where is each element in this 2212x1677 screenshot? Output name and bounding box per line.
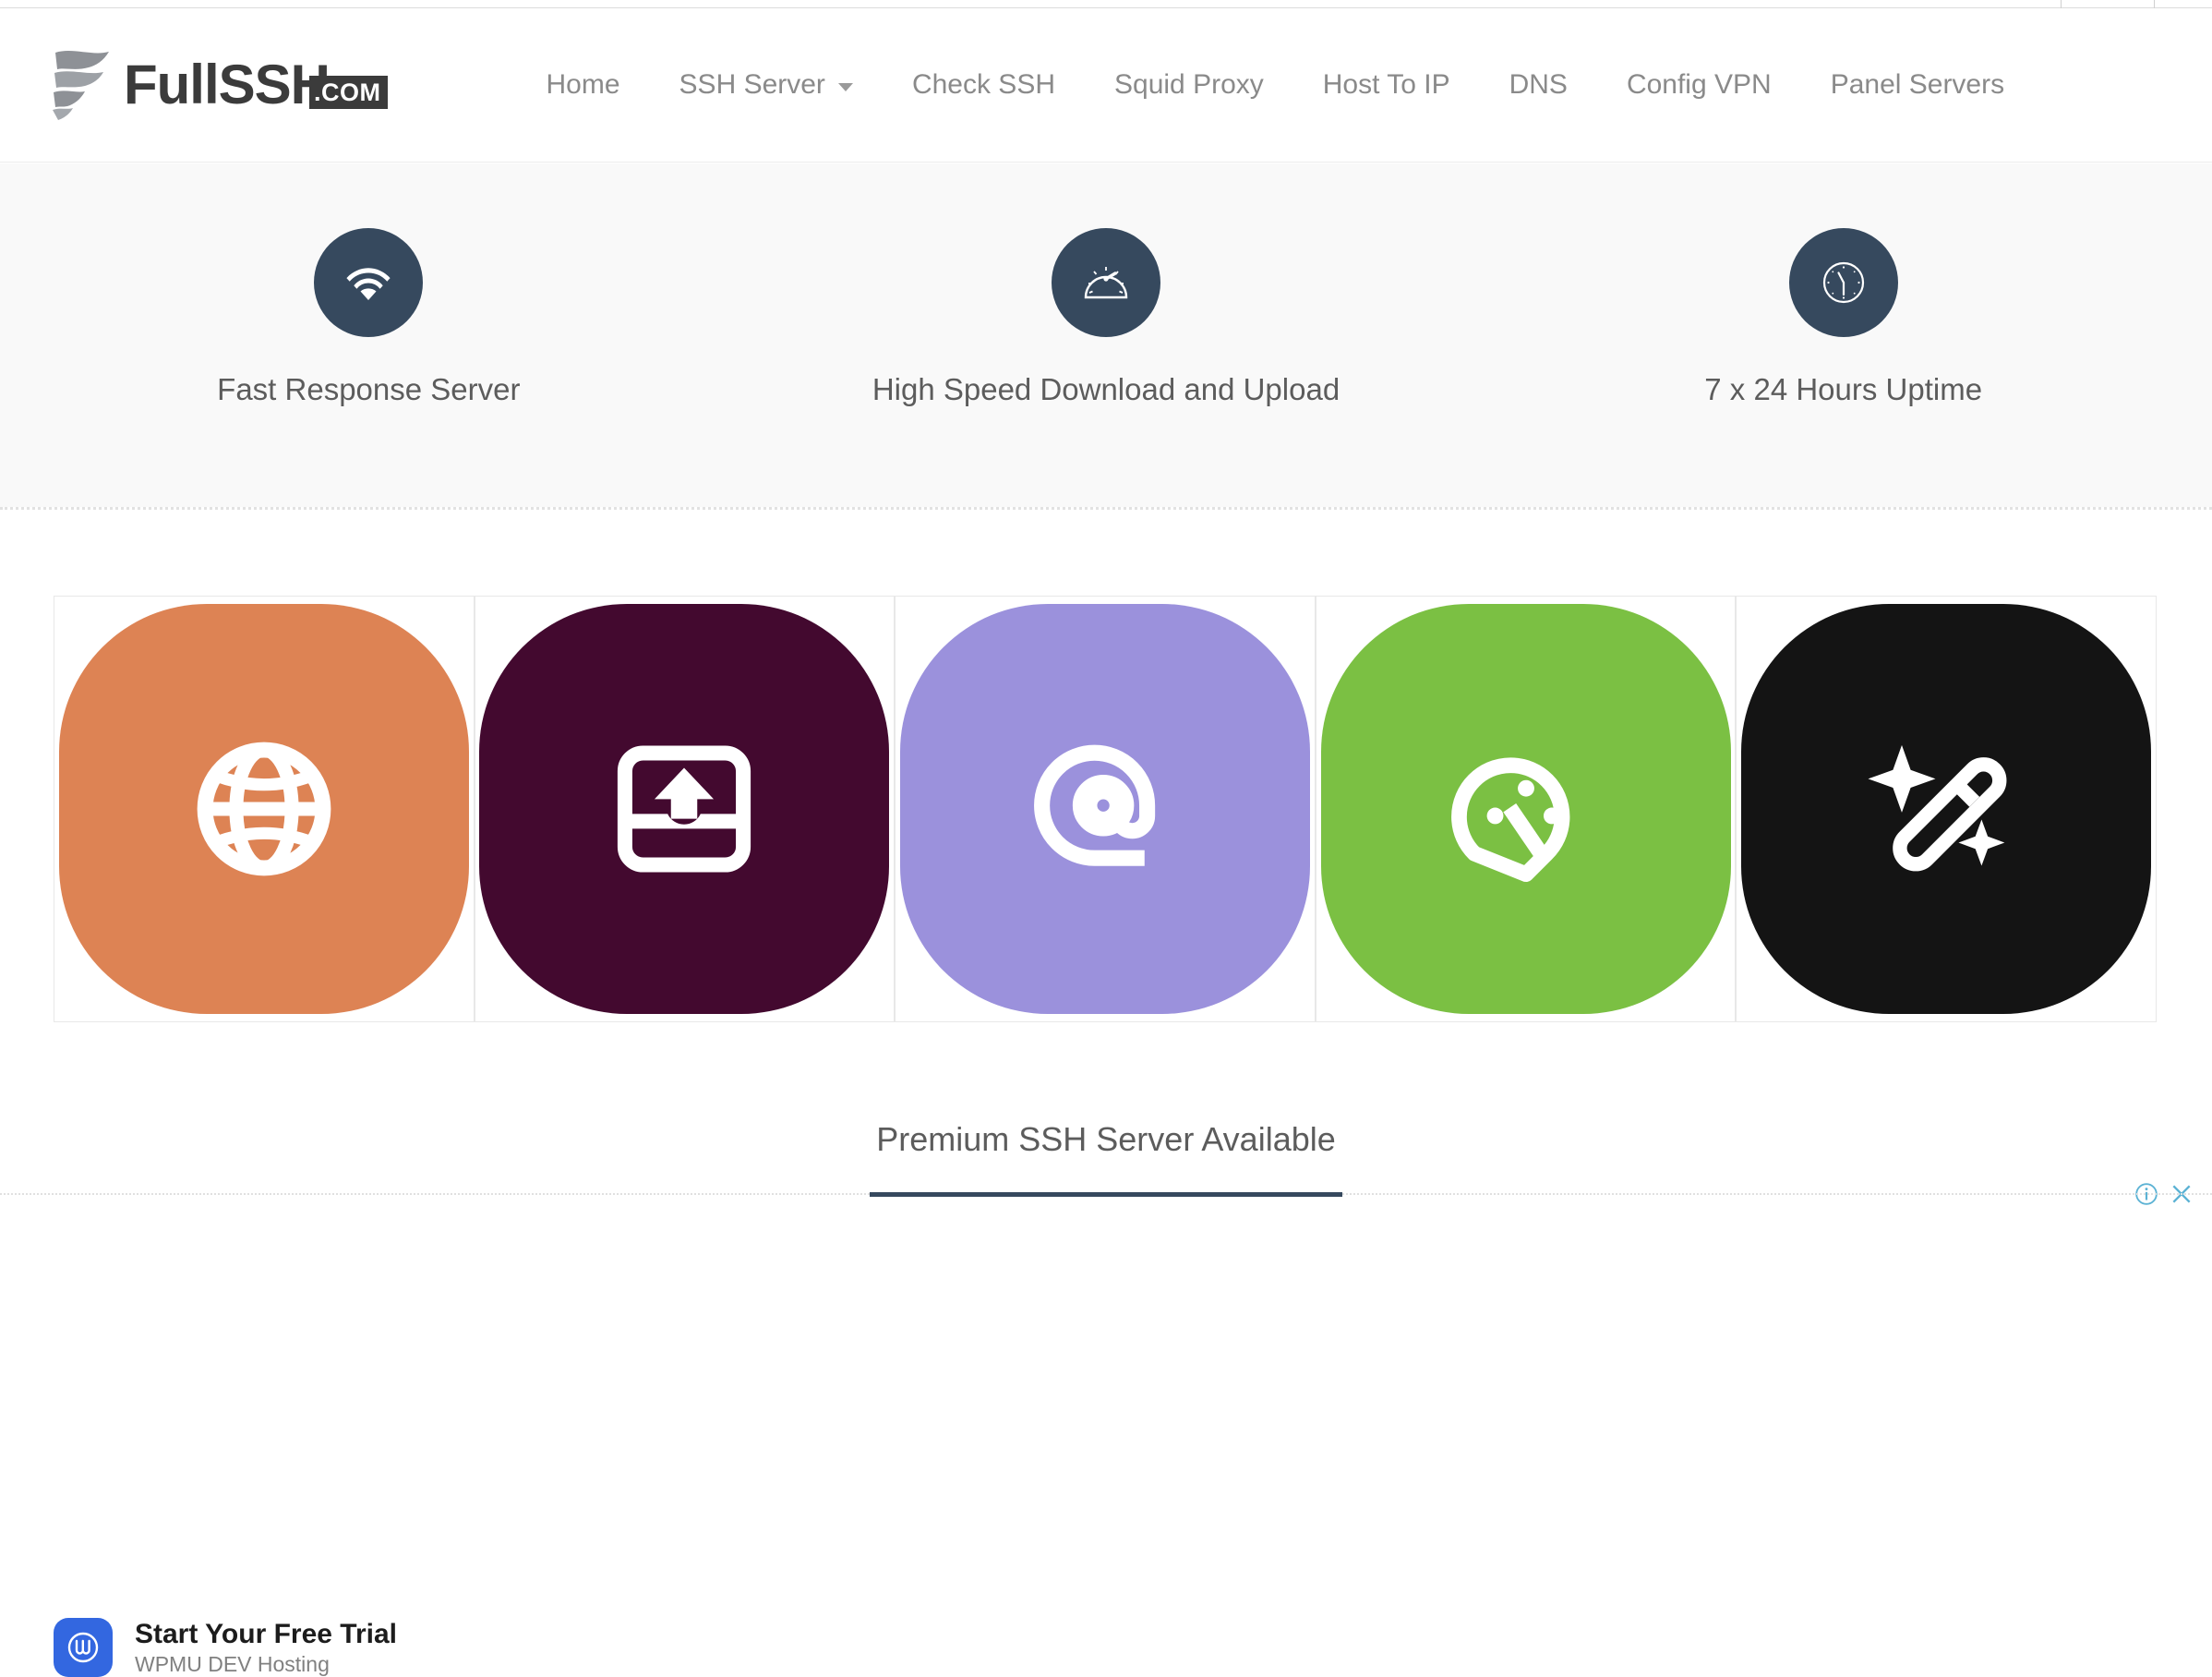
ad-advertiser: WPMU DEV Hosting — [135, 1651, 330, 1676]
brand-tld: .COM — [309, 76, 388, 109]
flag-swoosh-logo-icon — [53, 51, 109, 120]
feature-icon-circle — [1788, 228, 1898, 337]
main-navigation: Home SSH Server Check SSH Squid Proxy Ho… — [517, 71, 2035, 99]
speedometer-icon — [1084, 267, 1128, 299]
wifi-icon — [346, 268, 391, 300]
nav-item-label: Host To IP — [1322, 69, 1450, 100]
brand-name: FullSSH — [124, 54, 331, 115]
nav-item-label: Home — [546, 69, 620, 100]
tab-seam — [2154, 0, 2155, 8]
tab-seam — [2061, 0, 2062, 8]
feature-uptime: 7 x 24 Hours Uptime — [1474, 228, 2212, 507]
ad-tile-background — [899, 604, 1310, 1014]
ad-tile-background — [58, 604, 469, 1014]
feature-fast-response-server: Fast Response Server — [0, 228, 738, 507]
nav-item-config-vpn[interactable]: Config VPN — [1597, 71, 1801, 99]
feature-label: High Speed Download and Upload — [872, 372, 1340, 406]
section-heading-wrap: Premium SSH Server Available — [0, 1119, 2212, 1159]
nav-item-check-ssh[interactable]: Check SSH — [883, 71, 1085, 99]
ad-tile[interactable] — [1315, 596, 1737, 1022]
heading-rule-dots-left — [0, 1193, 870, 1195]
nav-item-label: Panel Servers — [1830, 69, 2005, 100]
site-logo[interactable]: FullSSH .COM — [48, 46, 388, 124]
feature-label: Fast Response Server — [217, 372, 521, 406]
ad-tile-background — [479, 604, 890, 1014]
ad-tile[interactable] — [895, 596, 1316, 1022]
gauge-icon — [1450, 757, 1569, 883]
clock-icon — [1822, 261, 1864, 304]
nav-item-label: Check SSH — [911, 69, 1055, 100]
wpmu-dev-logo-icon — [54, 1618, 113, 1677]
ad-footer[interactable]: Start Your Free Trial WPMU DEV Hosting — [54, 1618, 397, 1677]
globe-icon — [197, 742, 331, 876]
nav-item-home[interactable]: Home — [517, 71, 650, 99]
advertisement-block: Start Your Free Trial WPMU DEV Hosting — [0, 591, 2212, 1677]
browser-tab-strip — [0, 0, 2212, 8]
nav-item-ssh-server[interactable]: SSH Server — [650, 71, 883, 99]
magic-wand-icon — [1868, 744, 2007, 872]
ad-tile-carousel — [54, 596, 2157, 1022]
nav-item-dns[interactable]: DNS — [1480, 71, 1597, 99]
nav-item-label: DNS — [1509, 69, 1568, 100]
feature-icon-circle — [1052, 228, 1160, 337]
page-title: Premium SSH Server Available — [876, 1120, 1336, 1158]
nav-item-host-to-ip[interactable]: Host To IP — [1293, 71, 1480, 99]
nav-item-label: Squid Proxy — [1114, 69, 1264, 100]
section-divider — [0, 507, 2212, 510]
feature-icon-circle — [314, 228, 424, 337]
at-sign-icon — [1034, 744, 1156, 866]
upload-inbox-icon — [618, 745, 751, 873]
heading-rule-accent — [870, 1191, 1342, 1197]
ad-tile[interactable] — [1736, 596, 2157, 1022]
ad-tile-background — [1741, 604, 2152, 1014]
ad-tile[interactable] — [474, 596, 896, 1022]
chevron-down-icon — [837, 82, 853, 91]
feature-high-speed-download-upload: High Speed Download and Upload — [738, 228, 1475, 507]
nav-item-label: Config VPN — [1626, 69, 1772, 100]
heading-rule-dots-right — [1342, 1193, 2212, 1195]
ad-copy: Start Your Free Trial WPMU DEV Hosting — [135, 1619, 397, 1676]
features-row: Fast Response Server High Speed Download — [0, 163, 2212, 507]
heading-underline — [0, 1191, 2212, 1197]
features-band: Fast Response Server High Speed Download — [0, 163, 2212, 507]
site-header: FullSSH .COM Home SSH Server Check SSH S… — [0, 8, 2212, 163]
nav-item-squid-proxy[interactable]: Squid Proxy — [1085, 71, 1293, 99]
ad-tile[interactable] — [54, 596, 475, 1022]
nav-item-label: SSH Server — [679, 69, 825, 100]
ad-tile-background — [1320, 604, 1731, 1014]
ad-headline: Start Your Free Trial — [135, 1618, 397, 1649]
nav-item-panel-servers[interactable]: Panel Servers — [1801, 71, 2034, 99]
feature-label: 7 x 24 Hours Uptime — [1704, 372, 1983, 406]
